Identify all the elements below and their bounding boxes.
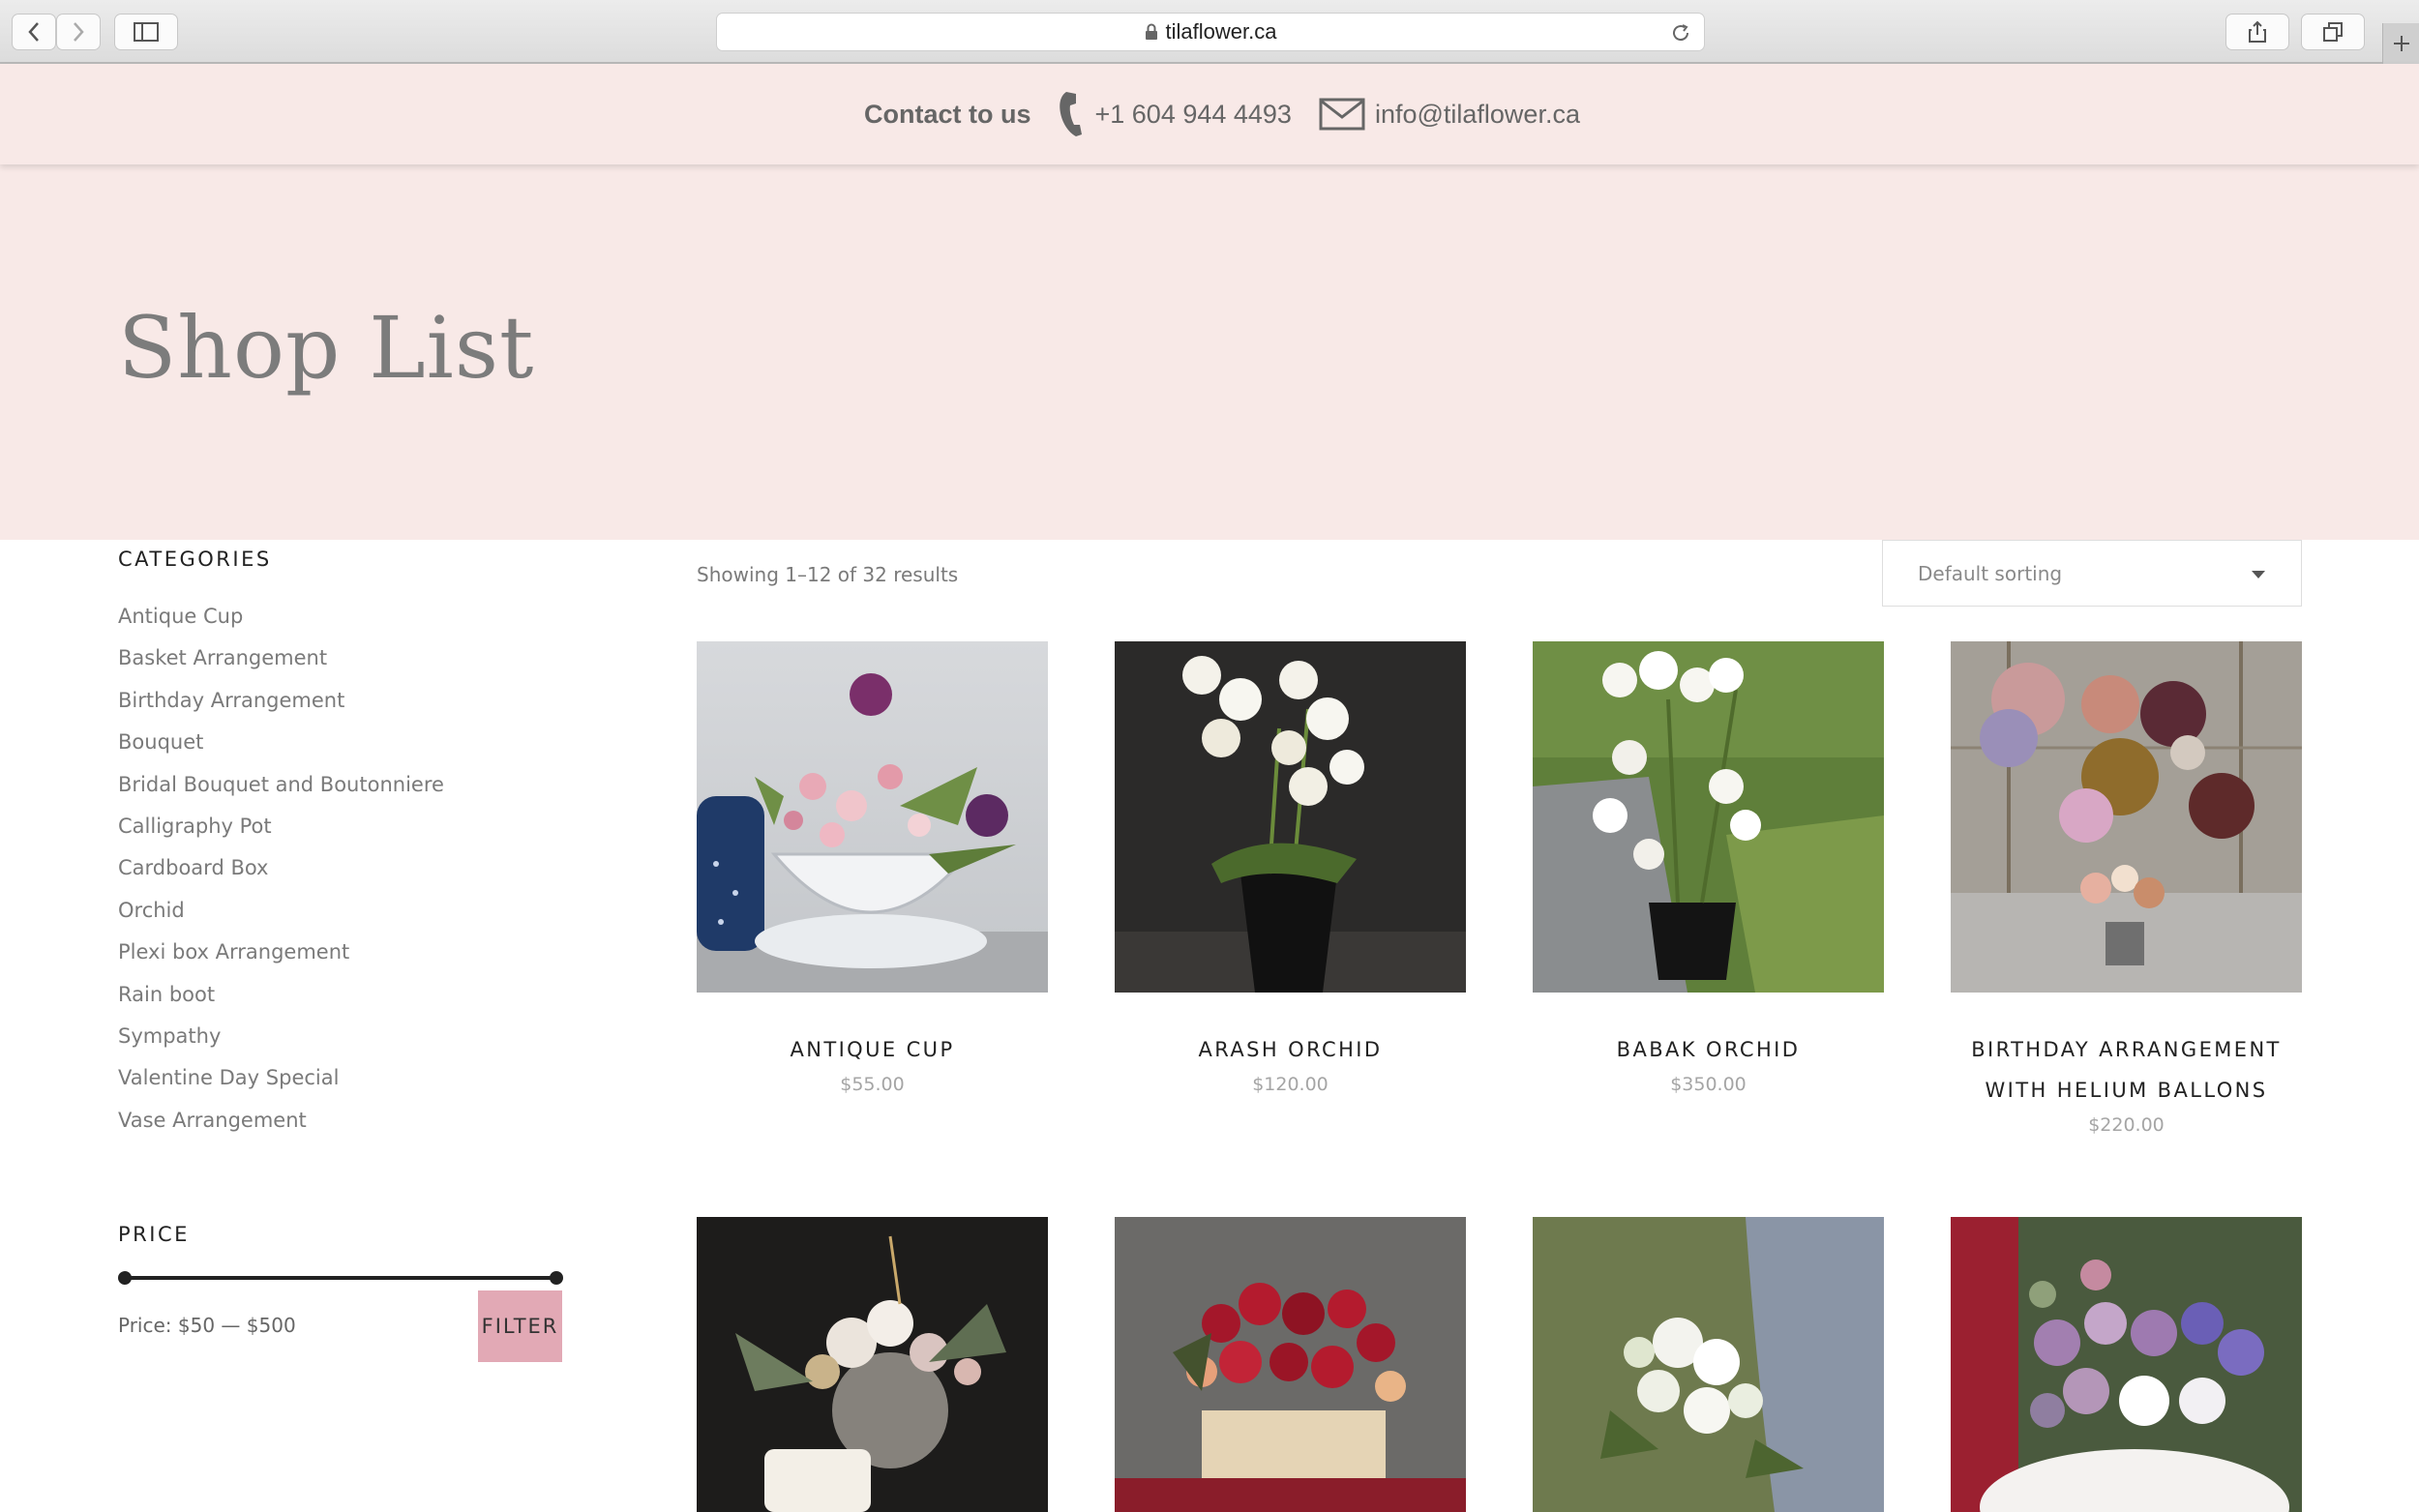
product-title[interactable]: ANTIQUE CUP (697, 1029, 1048, 1070)
list-item: Rain boot (118, 983, 444, 1024)
mail-icon (1319, 98, 1365, 131)
category-link-antique-cup[interactable]: Antique Cup (118, 605, 243, 628)
category-link-plexi-box[interactable]: Plexi box Arrangement (118, 940, 349, 964)
product-title[interactable]: BABAK ORCHID (1533, 1029, 1884, 1070)
price-range-text: Price: $50 — $500 (118, 1314, 296, 1337)
result-count: Showing 1–12 of 32 results (697, 563, 959, 586)
product-card[interactable]: BIRTHDAY ARRANGEMENT WITH HELIUM BALLONS… (1951, 641, 2302, 1138)
product-card[interactable] (1115, 1217, 1466, 1512)
address-bar[interactable]: tilaflower.ca (716, 13, 1705, 51)
back-button[interactable] (12, 14, 56, 50)
slider-track (122, 1276, 559, 1280)
list-item: Calligraphy Pot (118, 815, 444, 856)
chevron-right-icon (74, 22, 84, 42)
contact-email[interactable]: info@tilaflower.ca (1375, 100, 1580, 130)
share-icon (2249, 20, 2266, 43)
product-price: $220.00 (2088, 1114, 2165, 1136)
product-card[interactable]: BABAK ORCHID $350.00 (1533, 641, 1884, 1097)
price-heading: PRICE (118, 1223, 190, 1246)
forward-button[interactable] (56, 14, 101, 50)
list-item: Vase Arrangement (118, 1109, 444, 1150)
category-link-bouquet[interactable]: Bouquet (118, 730, 203, 754)
filter-button[interactable]: FILTER (478, 1290, 562, 1362)
price-range-slider[interactable] (118, 1269, 563, 1287)
slider-min-handle[interactable] (118, 1271, 132, 1285)
list-item: Bouquet (118, 730, 444, 772)
slider-max-handle[interactable] (550, 1271, 563, 1285)
url-text: tilaflower.ca (1165, 19, 1277, 44)
category-link-sympathy[interactable]: Sympathy (118, 1024, 221, 1048)
category-link-calligraphy-pot[interactable]: Calligraphy Pot (118, 815, 272, 838)
category-list: Antique Cup Basket Arrangement Birthday … (118, 605, 444, 1150)
chevron-left-icon (28, 22, 39, 42)
page-header: Shop List (0, 164, 2419, 540)
product-title[interactable]: ARASH ORCHID (1115, 1029, 1466, 1070)
contact-label: Contact to us (864, 99, 1031, 129)
category-link-rain-boot[interactable]: Rain boot (118, 983, 215, 1006)
category-link-valentine-day[interactable]: Valentine Day Special (118, 1066, 339, 1089)
list-item: Antique Cup (118, 605, 444, 646)
browser-toolbar: tilaflower.ca (0, 0, 2419, 64)
product-card[interactable]: ARASH ORCHID $120.00 (1115, 641, 1466, 1097)
category-link-bridal-bouquet[interactable]: Bridal Bouquet and Boutonniere (118, 773, 444, 796)
category-link-basket-arrangement[interactable]: Basket Arrangement (118, 646, 327, 669)
product-image[interactable] (1951, 1217, 2302, 1512)
product-card[interactable] (1951, 1217, 2302, 1512)
category-link-vase-arrangement[interactable]: Vase Arrangement (118, 1109, 307, 1132)
list-item: Birthday Arrangement (118, 689, 444, 730)
contact-phone[interactable]: +1 604 944 4493 (1095, 100, 1292, 130)
product-price: $350.00 (1670, 1074, 1747, 1095)
category-link-orchid[interactable]: Orchid (118, 899, 185, 922)
plus-icon (2393, 36, 2409, 51)
product-image-babak-orchid[interactable] (1533, 641, 1884, 993)
category-link-cardboard-box[interactable]: Cardboard Box (118, 856, 268, 879)
sort-dropdown[interactable]: Default sorting (1882, 540, 2302, 607)
tabs-overview-button[interactable] (2301, 14, 2365, 50)
new-tab-button[interactable] (2382, 23, 2419, 64)
product-card[interactable]: ANTIQUE CUP $55.00 (697, 641, 1048, 1097)
product-title[interactable]: BIRTHDAY ARRANGEMENT WITH HELIUM BALLONS (1951, 1029, 2302, 1111)
reload-icon[interactable] (1669, 21, 1692, 44)
product-card[interactable] (697, 1217, 1048, 1512)
list-item: Bridal Bouquet and Boutonniere (118, 773, 444, 815)
category-link-birthday-arrangement[interactable]: Birthday Arrangement (118, 689, 344, 712)
caret-down-icon (2252, 571, 2265, 578)
product-image[interactable] (1115, 1217, 1466, 1512)
product-image-antique-cup[interactable] (697, 641, 1048, 993)
product-image-arash-orchid[interactable] (1115, 641, 1466, 993)
phone-icon (1059, 92, 1082, 136)
product-image[interactable] (697, 1217, 1048, 1512)
contact-bar: Contact to us +1 604 944 4493 info@tilaf… (0, 64, 2419, 164)
product-image[interactable] (1533, 1217, 1884, 1512)
product-card[interactable] (1533, 1217, 1884, 1512)
list-item: Valentine Day Special (118, 1066, 444, 1108)
sidebar-icon (134, 22, 159, 42)
lock-icon (1145, 23, 1157, 40)
list-item: Orchid (118, 899, 444, 940)
product-price: $55.00 (840, 1074, 905, 1095)
product-price: $120.00 (1252, 1074, 1329, 1095)
share-button[interactable] (2225, 14, 2289, 50)
sort-value: Default sorting (1918, 561, 2063, 585)
page-title: Shop List (118, 298, 535, 398)
product-image-birthday-arrangement[interactable] (1951, 641, 2302, 993)
sidebar-toggle-button[interactable] (114, 14, 178, 50)
list-item: Plexi box Arrangement (118, 940, 444, 982)
list-item: Cardboard Box (118, 856, 444, 898)
tabs-icon (2323, 22, 2343, 42)
list-item: Basket Arrangement (118, 646, 444, 688)
categories-heading: CATEGORIES (118, 548, 272, 571)
list-item: Sympathy (118, 1024, 444, 1066)
